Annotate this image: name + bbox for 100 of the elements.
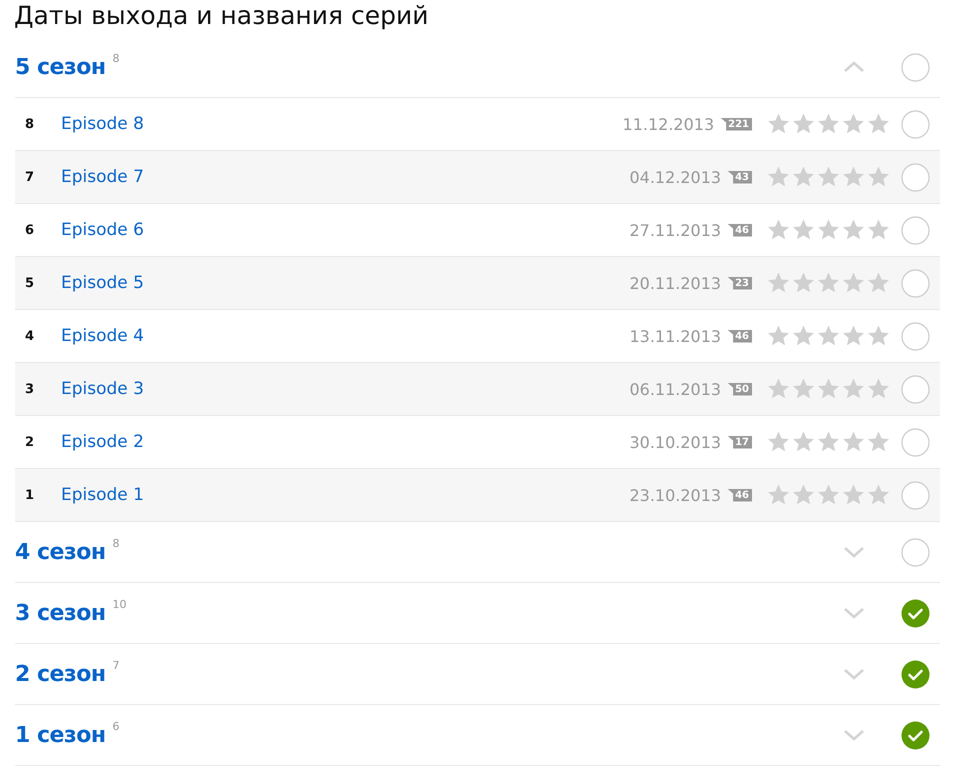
episode-link[interactable]: Episode 8: [61, 114, 144, 134]
comment-count[interactable]: 46: [727, 224, 752, 236]
star-rating[interactable]: [766, 112, 891, 136]
unwatched-circle-icon[interactable]: [901, 268, 930, 298]
star-icon[interactable]: [791, 483, 816, 507]
star-icon[interactable]: [816, 483, 841, 507]
season-link[interactable]: 3 сезон: [15, 600, 106, 626]
star-icon[interactable]: [866, 377, 891, 401]
episode-link[interactable]: Episode 5: [61, 273, 144, 293]
star-icon[interactable]: [791, 324, 816, 348]
star-icon[interactable]: [841, 112, 866, 136]
comment-count[interactable]: 46: [727, 330, 752, 342]
episode-link[interactable]: Episode 4: [61, 326, 144, 346]
star-icon[interactable]: [816, 218, 841, 242]
season-link[interactable]: 5 сезон: [15, 54, 106, 80]
star-icon[interactable]: [816, 324, 841, 348]
episode-link[interactable]: Episode 1: [61, 485, 144, 505]
chevron-down-icon[interactable]: [843, 667, 865, 681]
star-icon[interactable]: [816, 271, 841, 295]
episode-count: 8: [112, 537, 120, 550]
star-icon[interactable]: [816, 377, 841, 401]
star-icon[interactable]: [866, 218, 891, 242]
star-icon[interactable]: [841, 377, 866, 401]
chevron-up-icon[interactable]: [843, 60, 865, 74]
episode-count: 7: [112, 659, 120, 672]
star-rating[interactable]: [766, 430, 891, 454]
chevron-down-icon[interactable]: [843, 606, 865, 620]
watched-check-icon[interactable]: [901, 598, 930, 628]
air-date: 11.12.2013: [622, 114, 714, 134]
star-icon[interactable]: [791, 218, 816, 242]
star-icon[interactable]: [841, 324, 866, 348]
episode-number: 6: [24, 222, 36, 238]
watched-check-icon[interactable]: [901, 720, 930, 750]
star-rating[interactable]: [766, 271, 891, 295]
star-rating[interactable]: [766, 483, 891, 507]
star-rating[interactable]: [766, 218, 891, 242]
episode-number: 7: [24, 170, 36, 184]
page-title: Даты выхода и названия серий: [14, 0, 430, 32]
star-icon[interactable]: [841, 218, 866, 242]
star-icon[interactable]: [816, 430, 841, 454]
unwatched-circle-icon[interactable]: [901, 162, 930, 192]
episode-number: 4: [24, 328, 36, 344]
star-icon[interactable]: [791, 377, 816, 401]
unwatched-circle-icon[interactable]: [901, 322, 930, 350]
star-icon[interactable]: [866, 430, 891, 454]
season-link[interactable]: 1 сезон: [15, 722, 106, 748]
comment-count[interactable]: 50: [727, 382, 752, 396]
unwatched-circle-icon[interactable]: [901, 374, 930, 404]
star-icon[interactable]: [791, 165, 816, 189]
star-rating[interactable]: [766, 165, 891, 189]
star-icon[interactable]: [841, 430, 866, 454]
star-icon[interactable]: [841, 271, 866, 295]
star-icon[interactable]: [766, 271, 791, 295]
star-icon[interactable]: [841, 483, 866, 507]
comment-count[interactable]: 17: [727, 436, 752, 448]
star-icon[interactable]: [791, 271, 816, 295]
episode-number: 5: [24, 276, 36, 290]
chevron-down-icon[interactable]: [843, 728, 865, 742]
star-icon[interactable]: [766, 377, 791, 401]
star-icon[interactable]: [866, 112, 891, 136]
episode-number: 8: [24, 116, 36, 132]
comment-count[interactable]: 43: [727, 170, 752, 184]
comment-count[interactable]: 23: [727, 276, 752, 290]
star-icon[interactable]: [791, 112, 816, 136]
episode-count: 10: [112, 598, 127, 611]
star-icon[interactable]: [766, 324, 791, 348]
star-icon[interactable]: [841, 165, 866, 189]
chevron-down-icon[interactable]: [843, 545, 865, 559]
unwatched-circle-icon[interactable]: [901, 110, 930, 138]
air-date: 30.10.2013: [629, 432, 722, 452]
episode-link[interactable]: Episode 2: [61, 432, 144, 452]
air-date: 06.11.2013: [629, 380, 722, 398]
watched-check-icon[interactable]: [901, 660, 930, 688]
season-link[interactable]: 2 сезон: [15, 662, 106, 686]
star-icon[interactable]: [766, 483, 791, 507]
star-icon[interactable]: [866, 165, 891, 189]
star-icon[interactable]: [766, 165, 791, 189]
star-icon[interactable]: [866, 271, 891, 295]
star-icon[interactable]: [866, 324, 891, 348]
star-icon[interactable]: [766, 430, 791, 454]
unwatched-circle-icon[interactable]: [901, 428, 930, 456]
air-date: 20.11.2013: [629, 274, 722, 292]
star-icon[interactable]: [766, 218, 791, 242]
episode-link[interactable]: Episode 7: [61, 167, 144, 187]
star-rating[interactable]: [766, 324, 891, 348]
unwatched-circle-icon[interactable]: [901, 538, 930, 566]
star-rating[interactable]: [766, 377, 891, 401]
comment-count[interactable]: 46: [727, 488, 752, 502]
unwatched-circle-icon[interactable]: [901, 216, 930, 244]
star-icon[interactable]: [816, 165, 841, 189]
star-icon[interactable]: [791, 430, 816, 454]
episode-link[interactable]: Episode 3: [61, 379, 144, 399]
star-icon[interactable]: [766, 112, 791, 136]
star-icon[interactable]: [816, 112, 841, 136]
unwatched-circle-icon[interactable]: [901, 52, 930, 82]
star-icon[interactable]: [866, 483, 891, 507]
episode-link[interactable]: Episode 6: [61, 220, 144, 240]
unwatched-circle-icon[interactable]: [901, 480, 930, 510]
comment-count[interactable]: 221: [720, 118, 752, 130]
season-link[interactable]: 4 сезон: [15, 540, 106, 564]
